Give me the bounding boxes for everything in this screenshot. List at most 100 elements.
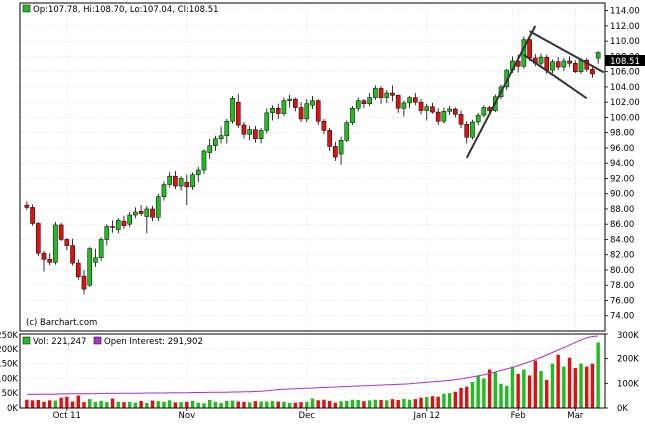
candle-down [253, 129, 258, 140]
candle-up [133, 211, 138, 216]
volume-tick-label: 50K [2, 389, 19, 399]
volume-bar [76, 395, 80, 408]
volume-bar [356, 400, 360, 408]
volume-bar [242, 401, 246, 408]
volume-bar [150, 400, 155, 408]
volume-bar [522, 369, 526, 408]
candle-up [93, 257, 98, 263]
candle-down [235, 101, 241, 126]
volume-tick-label: 0K [7, 404, 18, 414]
volume-bar [230, 400, 235, 408]
volume-bar [162, 401, 166, 408]
candle-down [138, 210, 144, 214]
volume-bar [207, 400, 212, 408]
candle-up [367, 97, 372, 104]
candle-down [110, 226, 115, 228]
volume-bar [476, 375, 480, 408]
candle-up [127, 214, 132, 225]
candle-up [373, 88, 378, 98]
volume-bar [30, 400, 35, 408]
volume-bar [545, 379, 549, 408]
volume-bar [99, 400, 103, 408]
price-tick-label: 98.00 [610, 129, 634, 139]
volume-bar [407, 399, 412, 408]
candle-down [327, 130, 332, 147]
candle-up [344, 122, 350, 141]
price-tick-label: 96.00 [610, 144, 634, 154]
volume-bar [287, 402, 292, 408]
volume-bar [322, 399, 326, 408]
volume-bar [596, 342, 600, 408]
candle-down [333, 146, 338, 158]
candle-up [475, 114, 481, 123]
candle-down [555, 61, 561, 68]
candle-up [87, 248, 93, 286]
volume-bar [167, 400, 172, 408]
candle-down [293, 98, 298, 108]
price-tick-label: 94.00 [610, 159, 634, 169]
volume-bar [282, 401, 286, 408]
volume-bar [327, 400, 332, 408]
volume-bar [539, 371, 543, 408]
candle-down [567, 60, 572, 64]
candle-up [115, 220, 121, 230]
candle-down [590, 69, 595, 75]
candle-down [378, 88, 384, 98]
candle-up [224, 120, 230, 136]
volume-bar [59, 397, 63, 408]
candle-up [401, 102, 407, 109]
candle-up [201, 150, 207, 171]
price-tick-label: 76.00 [610, 296, 634, 306]
open-interest-tick-label: 200K [617, 355, 639, 365]
volume-bar [373, 399, 378, 408]
open-interest-tick-label: 100K [617, 379, 639, 389]
volume-bar [110, 398, 115, 408]
volume-bar [402, 398, 406, 408]
volume-bar [385, 400, 389, 408]
volume-bar [345, 400, 349, 408]
candle-up [310, 100, 315, 106]
volume-bar [53, 400, 58, 408]
volume-legend: Vol: 221,247 [33, 337, 86, 347]
volume-bar [293, 402, 298, 408]
volume-bar [447, 393, 452, 408]
candle-down [418, 101, 424, 111]
volume-bar [173, 402, 178, 408]
price-tick-label: 112.00 [610, 22, 640, 32]
last-price-label: 108.51 [610, 57, 640, 67]
volume-bar [259, 401, 263, 408]
candle-up [264, 112, 270, 131]
price-tick-label: 92.00 [610, 174, 634, 184]
price-tick-label: 104.00 [610, 83, 640, 93]
volume-bar [419, 397, 423, 408]
candle-up [407, 97, 412, 104]
candle-up [178, 178, 184, 187]
volume-bar [25, 399, 29, 408]
volume-bar [367, 400, 372, 408]
candle-up [550, 61, 555, 71]
price-tick-label: 80.00 [610, 266, 634, 276]
price-tick-label: 88.00 [610, 205, 634, 215]
volume-bar [556, 354, 560, 408]
price-tick-label: 90.00 [610, 190, 634, 200]
volume-bar [105, 402, 109, 408]
price-tick-label: 86.00 [610, 220, 634, 230]
volume-bar [465, 386, 469, 408]
price-tick-label: 82.00 [610, 251, 634, 261]
volume-bar [265, 401, 269, 408]
volume-tick-label: 150K [0, 360, 18, 370]
price-volume-chart: 74.00 76.00 78.00 80.00 82.00 84.00 86.00 88.00… [0, 0, 645, 424]
candle-down [35, 223, 41, 254]
candle-down [395, 95, 401, 109]
candle-up [98, 239, 104, 259]
volume-bar [487, 369, 492, 408]
volume-bar [396, 400, 400, 408]
date-tick-label: Nov [179, 411, 196, 421]
candle-up [155, 196, 161, 218]
volume-bar [459, 387, 463, 408]
candle-down [173, 175, 178, 187]
price-tick-label: 100.00 [610, 113, 640, 123]
volume-bar [87, 399, 92, 408]
candle-up [578, 59, 584, 72]
candle-up [258, 130, 264, 140]
